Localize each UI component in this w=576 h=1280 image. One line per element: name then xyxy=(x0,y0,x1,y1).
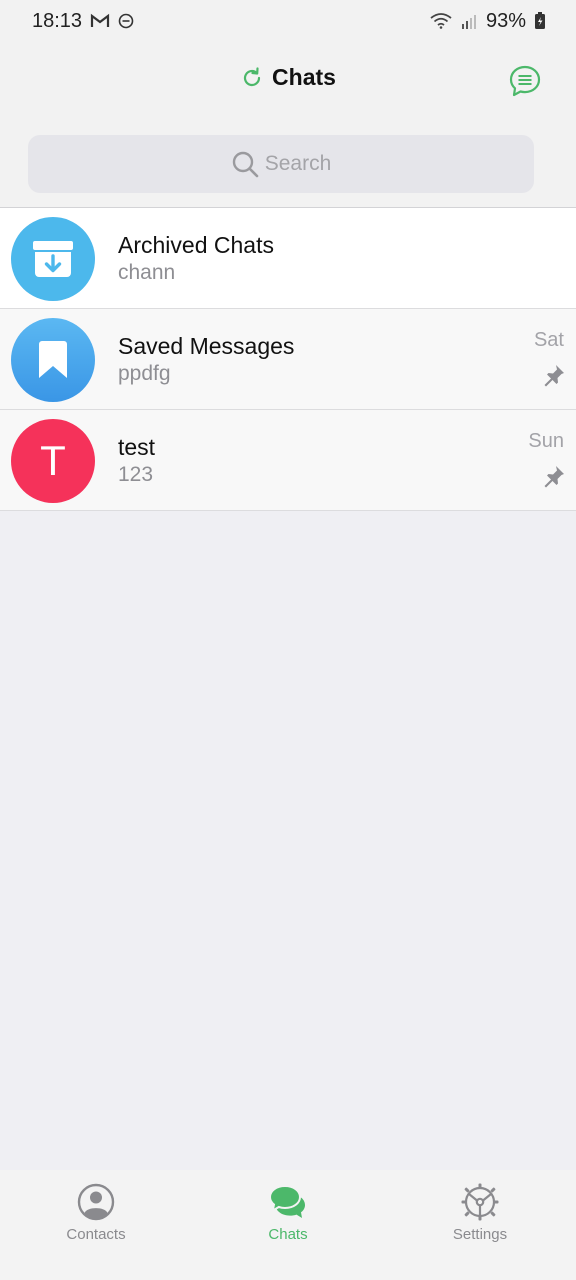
chat-preview: chann xyxy=(118,261,176,284)
saved-messages-avatar xyxy=(11,318,95,402)
tab-label: Settings xyxy=(452,1226,508,1243)
chat-bubbles-icon xyxy=(268,1184,305,1218)
chat-row-saved-messages[interactable]: Saved Messages ppdfg Sat xyxy=(0,309,576,410)
pin-icon xyxy=(544,365,564,387)
tab-settings[interactable]: Settings xyxy=(384,1170,576,1280)
do-not-disturb-icon xyxy=(118,13,134,29)
top-bar: Chats xyxy=(0,42,576,120)
chat-time: Sun xyxy=(528,430,564,452)
chat-row-archived[interactable]: Archived Chats chann xyxy=(0,208,576,309)
search-input[interactable]: Search xyxy=(28,135,534,193)
header-title-group: Chats xyxy=(0,64,576,91)
signal-icon xyxy=(461,15,476,29)
chat-row-test[interactable]: T test 123 Sun xyxy=(0,410,576,511)
chat-preview: ppdfg xyxy=(118,362,171,385)
status-right: 93% xyxy=(430,10,546,33)
archived-avatar xyxy=(11,217,95,301)
status-left: 18:13 xyxy=(32,10,134,33)
battery-percent: 93% xyxy=(485,9,526,32)
tab-label: Chats xyxy=(268,1226,308,1243)
status-bar: 18:13 93% xyxy=(0,0,576,42)
bookmark-icon xyxy=(39,341,67,378)
test-avatar: T xyxy=(11,419,95,503)
tab-chats[interactable]: Chats xyxy=(192,1170,384,1280)
wifi-icon xyxy=(430,13,452,29)
tab-contacts[interactable]: Contacts xyxy=(0,1170,192,1280)
chat-name: Archived Chats xyxy=(118,232,274,258)
avatar-letter: T xyxy=(40,437,66,484)
new-message-button[interactable] xyxy=(508,64,542,98)
chat-preview: 123 xyxy=(118,463,154,486)
search-placeholder: Search xyxy=(264,152,332,175)
chat-name: Saved Messages xyxy=(118,333,295,359)
gmail-icon xyxy=(90,13,110,27)
person-icon xyxy=(77,1183,115,1221)
tab-label: Contacts xyxy=(66,1226,126,1243)
page-title: Chats xyxy=(272,64,336,90)
search-icon xyxy=(232,151,259,178)
search-area: Search xyxy=(0,120,576,208)
sync-icon xyxy=(243,66,261,86)
chat-list: Archived Chats chann Saved Messages ppdf… xyxy=(0,207,576,511)
chat-time: Sat xyxy=(533,329,564,351)
chat-name: test xyxy=(118,434,156,460)
archive-icon xyxy=(33,241,73,277)
pin-icon xyxy=(544,466,564,488)
tab-bar: Contacts Chats Settings xyxy=(0,1170,576,1280)
gear-icon xyxy=(461,1183,499,1221)
status-time: 18:13 xyxy=(32,9,83,32)
battery-icon xyxy=(535,12,545,29)
